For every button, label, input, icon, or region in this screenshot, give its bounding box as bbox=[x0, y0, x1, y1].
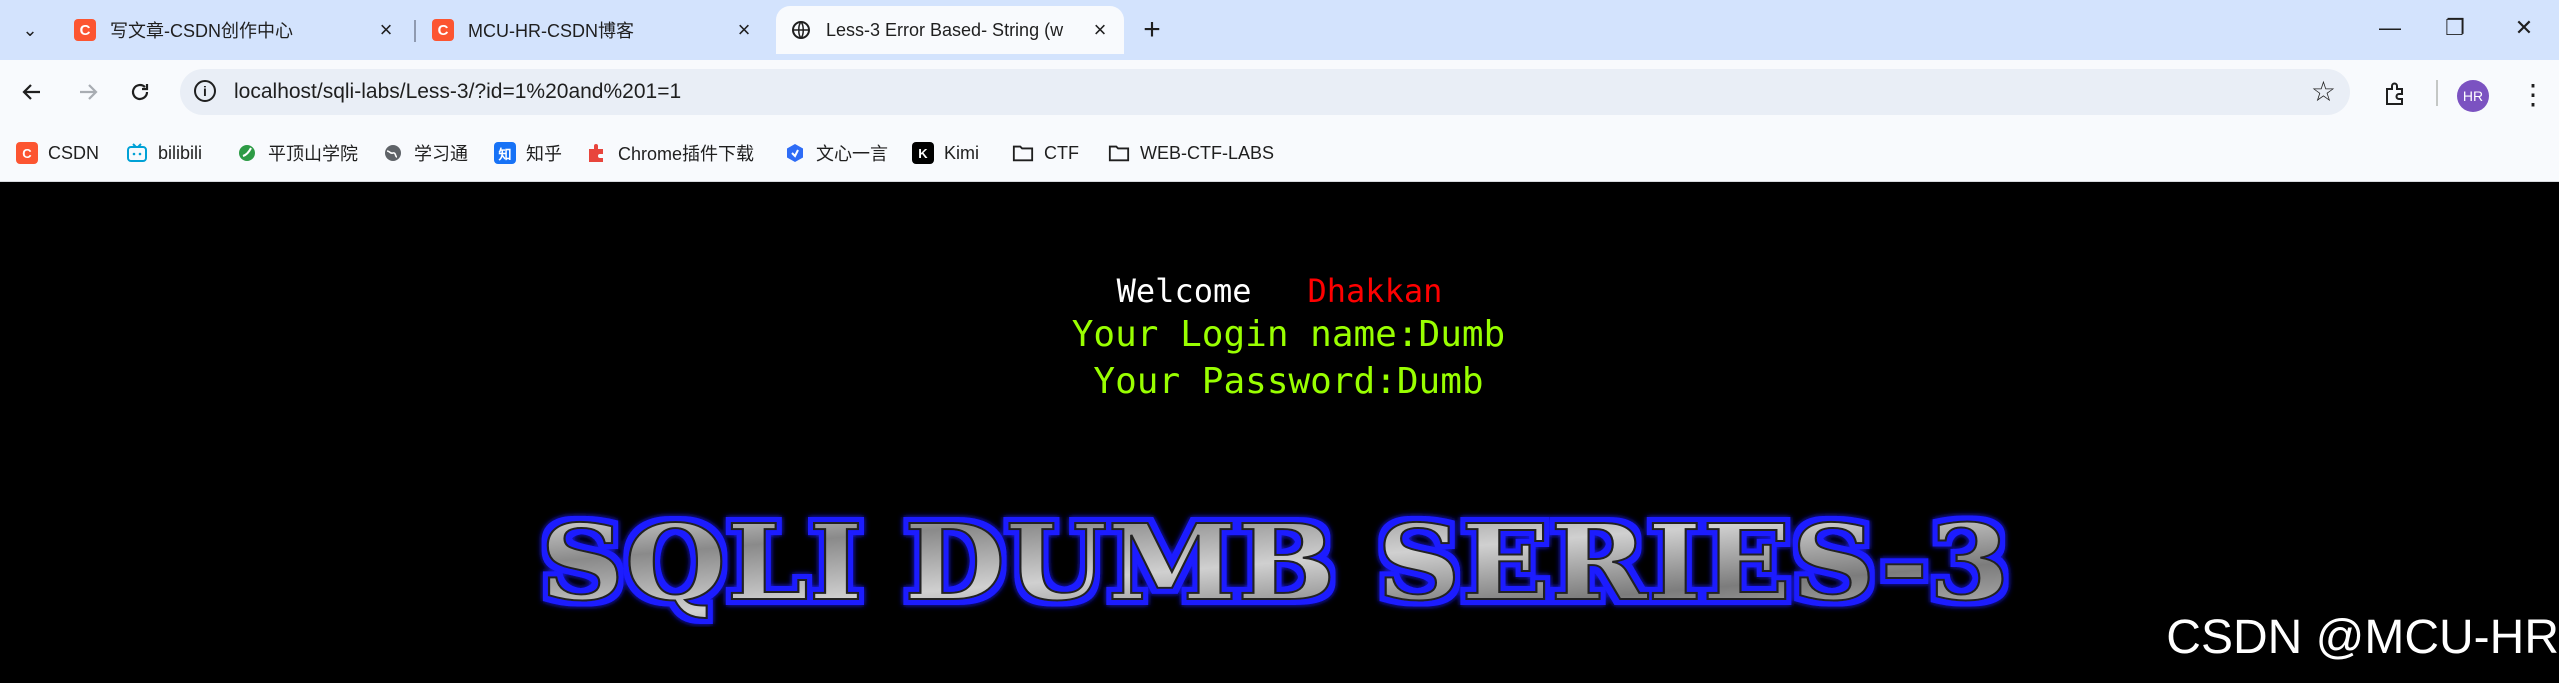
tab-separator bbox=[414, 20, 416, 42]
bookmark-zhihu[interactable]: 知 知乎 bbox=[494, 138, 562, 168]
wenxin-icon bbox=[784, 142, 806, 164]
globe-icon bbox=[790, 19, 812, 41]
csdn-icon: C bbox=[16, 142, 38, 164]
back-arrow-icon bbox=[22, 84, 40, 100]
puzzle-icon bbox=[586, 142, 608, 164]
welcome-line: Welcome Dhakkan bbox=[0, 272, 2559, 310]
bookmarks-bar: C CSDN bilibili 平顶山学院 学习通 知 知乎 Chrome插件下… bbox=[0, 126, 2559, 182]
bookmark-bilibili[interactable]: bilibili bbox=[126, 138, 202, 168]
close-tab-icon[interactable]: × bbox=[1086, 16, 1114, 44]
close-tab-icon[interactable]: × bbox=[372, 16, 400, 44]
close-tab-icon[interactable]: × bbox=[730, 16, 758, 44]
banner-text: SQLI DUMB SERIES-3 bbox=[540, 501, 2010, 624]
toolbar-separator bbox=[2436, 80, 2438, 106]
forward-arrow-icon bbox=[80, 84, 98, 100]
bookmark-folder-ctf[interactable]: CTF bbox=[1012, 138, 1079, 168]
tab-search-chevron-icon[interactable]: ⌄ bbox=[10, 10, 50, 50]
reload-icon bbox=[131, 83, 149, 101]
bilibili-icon bbox=[126, 142, 148, 164]
bookmark-label: 平顶山学院 bbox=[268, 144, 358, 164]
tab-title: Less-3 Error Based- String (w bbox=[826, 19, 1064, 40]
bookmark-label: Kimi bbox=[944, 142, 979, 163]
globe-icon bbox=[382, 142, 404, 164]
tab-title: MCU-HR-CSDN博客 bbox=[468, 21, 634, 41]
bookmark-kimi[interactable]: K Kimi bbox=[912, 138, 979, 168]
bookmark-label: 知乎 bbox=[526, 144, 562, 164]
new-tab-button[interactable]: + bbox=[1134, 12, 1170, 48]
minimize-button[interactable]: — bbox=[2360, 6, 2420, 50]
folder-icon bbox=[1012, 142, 1034, 164]
tab-title: 写文章-CSDN创作中心 bbox=[110, 21, 293, 41]
bookmark-star-icon[interactable]: ☆ bbox=[2311, 75, 2336, 108]
login-name-text: Your Login name:Dumb bbox=[1071, 314, 1506, 355]
csdn-favicon-icon: C bbox=[432, 19, 454, 41]
bookmark-label: WEB-CTF-LABS bbox=[1140, 142, 1275, 163]
back-button[interactable] bbox=[12, 72, 52, 112]
site-info-icon[interactable]: i bbox=[194, 80, 216, 102]
kebab-menu-icon[interactable]: ⋮ bbox=[2515, 74, 2551, 114]
csdn-favicon-icon: C bbox=[74, 19, 96, 41]
kimi-icon: K bbox=[912, 142, 934, 164]
password-text: Your Password:Dumb bbox=[1093, 361, 1484, 402]
tab-strip: ⌄ C 写文章-CSDN创作中心 × C MCU-HR-CSDN博客 × Les… bbox=[0, 0, 2559, 60]
bookmark-folder-web-ctf-labs[interactable]: WEB-CTF-LABS bbox=[1108, 138, 1274, 168]
bookmark-chrome-plugins[interactable]: Chrome插件下载 bbox=[586, 138, 754, 168]
profile-avatar[interactable]: HR bbox=[2457, 80, 2489, 112]
reload-button[interactable] bbox=[120, 72, 160, 112]
bookmark-label: 学习通 bbox=[414, 144, 468, 164]
tab-csdn-blog[interactable]: C MCU-HR-CSDN博客 × bbox=[418, 6, 768, 54]
extensions-icon[interactable] bbox=[2375, 74, 2415, 114]
bookmark-label: 文心一言 bbox=[816, 144, 888, 164]
close-window-button[interactable]: ✕ bbox=[2494, 6, 2554, 50]
bookmark-wenxin[interactable]: 文心一言 bbox=[784, 138, 888, 168]
restore-button[interactable]: ❐ bbox=[2425, 6, 2485, 50]
tab-csdn-write[interactable]: C 写文章-CSDN创作中心 × bbox=[60, 6, 410, 54]
bookmark-pingdingshan[interactable]: 平顶山学院 bbox=[236, 138, 358, 168]
bookmark-label: CSDN bbox=[48, 142, 100, 163]
bookmark-label: Chrome插件下载 bbox=[618, 144, 755, 164]
leaf-icon bbox=[236, 142, 258, 164]
tab-less-3[interactable]: Less-3 Error Based- String (w × bbox=[776, 6, 1124, 54]
sqli-dumb-series-banner: SQLI DUMB SERIES-3 bbox=[539, 500, 2011, 625]
page-content: Welcome Dhakkan Your Login name:Dumb Your… bbox=[0, 182, 2559, 683]
url-text[interactable]: localhost/sqli-labs/Less-3/?id=1%20and%2… bbox=[234, 69, 681, 115]
zhihu-icon: 知 bbox=[494, 142, 516, 164]
user-name-text: Dhakkan bbox=[1307, 272, 1443, 310]
forward-button[interactable] bbox=[68, 72, 108, 112]
watermark-text: CSDN @MCU-HR bbox=[2166, 611, 2559, 664]
bookmark-xuexitong[interactable]: 学习通 bbox=[382, 138, 468, 168]
browser-toolbar: i localhost/sqli-labs/Less-3/?id=1%20and… bbox=[0, 60, 2559, 126]
folder-icon bbox=[1108, 142, 1130, 164]
bookmark-label: CTF bbox=[1044, 142, 1079, 163]
welcome-text: Welcome bbox=[1116, 272, 1252, 310]
bookmark-csdn[interactable]: C CSDN bbox=[16, 138, 99, 168]
address-bar[interactable]: i localhost/sqli-labs/Less-3/?id=1%20and… bbox=[180, 69, 2350, 115]
bookmark-label: bilibili bbox=[158, 142, 203, 163]
